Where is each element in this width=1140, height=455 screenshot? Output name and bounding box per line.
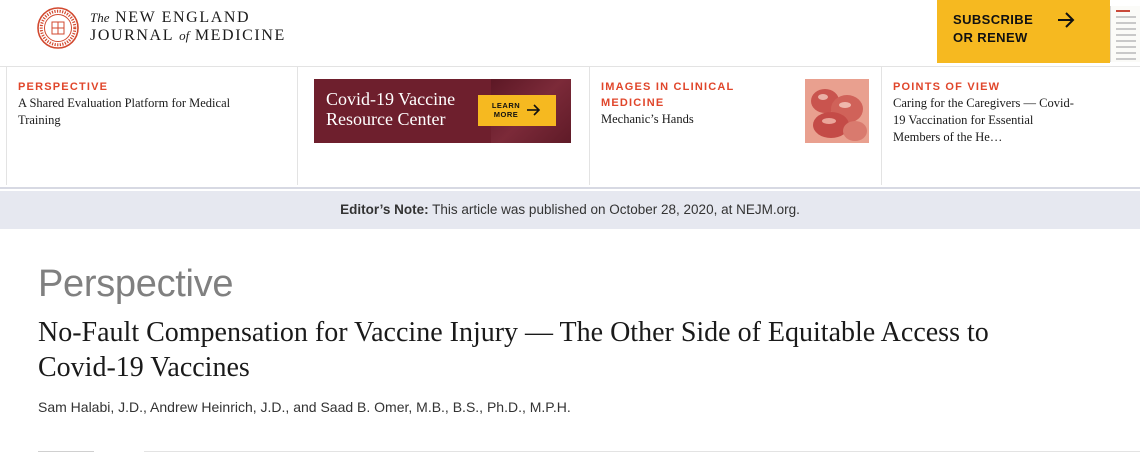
editors-note-bar: Editor’s Note: This article was publishe… (0, 191, 1140, 229)
promo-kicker: PERSPECTIVE (18, 81, 109, 93)
promo-title-link[interactable]: Caring for the Caregivers — Covid-19 Vac… (893, 95, 1078, 146)
promo-perspective[interactable]: PERSPECTIVE A Shared Evaluation Platform… (6, 67, 298, 185)
journal-cover-thumbnail[interactable] (1110, 6, 1140, 62)
promo-title-link[interactable]: Mechanic’s Hands (601, 111, 791, 128)
article-title: No-Fault Compensation for Vaccine Injury… (38, 317, 989, 383)
promo-title-link[interactable]: A Shared Evaluation Platform for Medical… (18, 95, 258, 129)
arrow-right-icon (527, 104, 541, 116)
editors-note: Editor’s Note: This article was publishe… (0, 202, 1140, 217)
learn-more-button[interactable]: LEARN MORE (478, 95, 556, 126)
banner-title: Covid-19 Vaccine Resource Center (326, 89, 456, 129)
nejm-seal-icon[interactable] (37, 7, 79, 49)
logo-new-england: NEW ENGLAND (115, 9, 251, 26)
article-authors[interactable]: Sam Halabi, J.D., Andrew Heinrich, J.D.,… (38, 398, 571, 416)
arrow-right-icon (1058, 12, 1075, 28)
logo-medicine: MEDICINE (194, 27, 286, 44)
hands-photo-icon (805, 79, 869, 143)
section-label[interactable]: Perspective (38, 262, 234, 306)
mechanics-hands-image[interactable] (805, 79, 869, 143)
editors-note-text: This article was published on October 28… (428, 202, 800, 217)
promo-vaccine: Covid-19 Vaccine Resource Center LEARN M… (298, 67, 590, 185)
divider (38, 451, 94, 455)
vaccine-resource-banner[interactable]: Covid-19 Vaccine Resource Center LEARN M… (314, 79, 571, 143)
promo-images[interactable]: IMAGES IN CLINICAL MEDICINE Mechanic’s H… (590, 67, 882, 185)
promo-strip: PERSPECTIVE A Shared Evaluation Platform… (0, 67, 1140, 189)
learn-more-label: LEARN MORE (491, 101, 521, 119)
logo-of: of (179, 28, 190, 43)
subscribe-button[interactable]: SUBSCRIBE OR RENEW (937, 0, 1110, 63)
promo-points-of-view[interactable]: POINTS OF VIEW Caring for the Caregivers… (882, 67, 1140, 185)
nejm-logo[interactable]: The NEW ENGLAND JOURNAL of MEDICINE (90, 9, 286, 45)
subscribe-label: SUBSCRIBE OR RENEW (953, 12, 1034, 45)
divider (144, 451, 1140, 455)
promo-kicker: IMAGES IN CLINICAL MEDICINE (601, 81, 735, 109)
logo-prefix: The (90, 10, 110, 25)
logo-journal: JOURNAL (90, 27, 174, 44)
editors-note-label: Editor’s Note: (340, 202, 429, 217)
promo-kicker: POINTS OF VIEW (893, 81, 1001, 93)
site-header: The NEW ENGLAND JOURNAL of MEDICINE SUBS… (0, 0, 1140, 67)
